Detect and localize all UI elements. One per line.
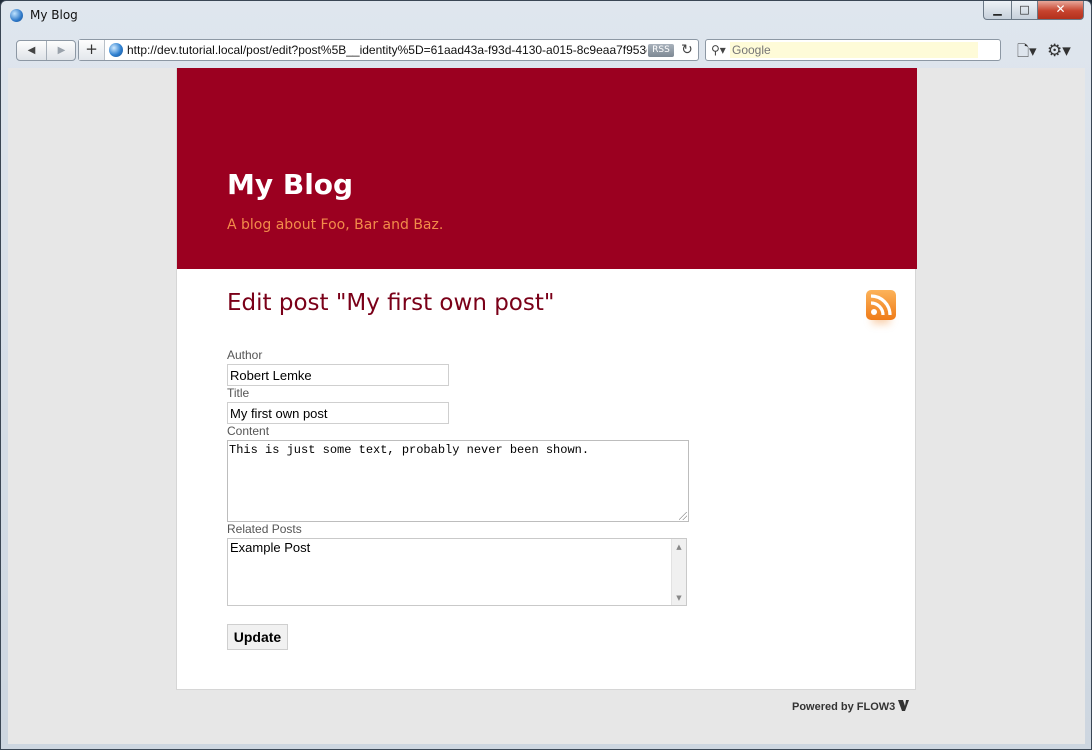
- add-bookmark-button[interactable]: +: [79, 40, 105, 60]
- related-posts-select[interactable]: Example Post ▲ ▼: [227, 538, 687, 606]
- related-posts-label: Related Posts: [227, 522, 302, 536]
- url-input[interactable]: http://dev.tutorial.local/post/edit?post…: [127, 43, 647, 59]
- address-bar: + http://dev.tutorial.local/post/edit?po…: [78, 39, 699, 61]
- rss-glyph: [870, 294, 892, 316]
- forward-button[interactable]: ▶: [47, 41, 76, 60]
- maximize-button[interactable]: □: [1011, 1, 1038, 20]
- browser-app-icon: [10, 9, 23, 22]
- title-bar: My Blog ▁ □ ✕: [1, 1, 1091, 31]
- footer: Powered by FLOW3: [792, 700, 922, 713]
- browser-toolbar: ◀ ▶ + http://dev.tutorial.local/post/edi…: [7, 34, 1085, 67]
- powered-by-text: Powered by FLOW3: [792, 701, 896, 713]
- rss-feed-badge[interactable]: RSS: [648, 44, 674, 57]
- blog-title: My Blog: [227, 168, 354, 201]
- rss-feed-icon[interactable]: [866, 290, 896, 320]
- back-button[interactable]: ◀: [17, 41, 47, 60]
- page-title: Edit post "My first own post": [227, 290, 555, 316]
- globe-icon: [109, 43, 123, 57]
- blog-page: My Blog A blog about Foo, Bar and Baz. E…: [176, 68, 917, 690]
- tools-gear-icon[interactable]: ⚙▾: [1047, 41, 1075, 61]
- flow3-logo-icon: [898, 700, 910, 711]
- content-label: Content: [227, 424, 270, 438]
- close-button[interactable]: ✕: [1037, 1, 1084, 20]
- window-title: My Blog: [30, 8, 78, 22]
- title-label: Title: [227, 386, 250, 400]
- nav-button-group: ◀ ▶: [16, 40, 76, 61]
- blog-header: My Blog A blog about Foo, Bar and Baz.: [177, 68, 917, 269]
- page-viewport: My Blog A blog about Foo, Bar and Baz. E…: [8, 68, 1085, 744]
- author-label: Author: [227, 348, 263, 362]
- scroll-up-arrow-icon[interactable]: ▲: [672, 540, 686, 554]
- select-scrollbar[interactable]: ▲ ▼: [671, 539, 686, 605]
- related-post-option[interactable]: Example Post: [230, 540, 310, 555]
- search-input[interactable]: [730, 42, 978, 58]
- author-field[interactable]: [227, 364, 449, 386]
- search-bar: ⚲▾: [705, 39, 1001, 61]
- update-button[interactable]: Update: [227, 624, 288, 650]
- scroll-down-arrow-icon[interactable]: ▼: [672, 591, 686, 605]
- reload-icon[interactable]: ↻: [679, 41, 695, 59]
- page-menu-icon[interactable]: 🗋▾: [1017, 41, 1041, 61]
- blog-tagline: A blog about Foo, Bar and Baz.: [227, 217, 444, 233]
- window-frame-bottom: [1, 744, 1091, 749]
- browser-window: My Blog ▁ □ ✕ ◀ ▶ + http://dev.tutorial.…: [0, 0, 1092, 750]
- minimize-button[interactable]: ▁: [983, 1, 1012, 20]
- resize-grip-icon[interactable]: [679, 512, 687, 520]
- content-field[interactable]: This is just some text, probably never b…: [227, 440, 689, 522]
- title-field[interactable]: [227, 402, 449, 424]
